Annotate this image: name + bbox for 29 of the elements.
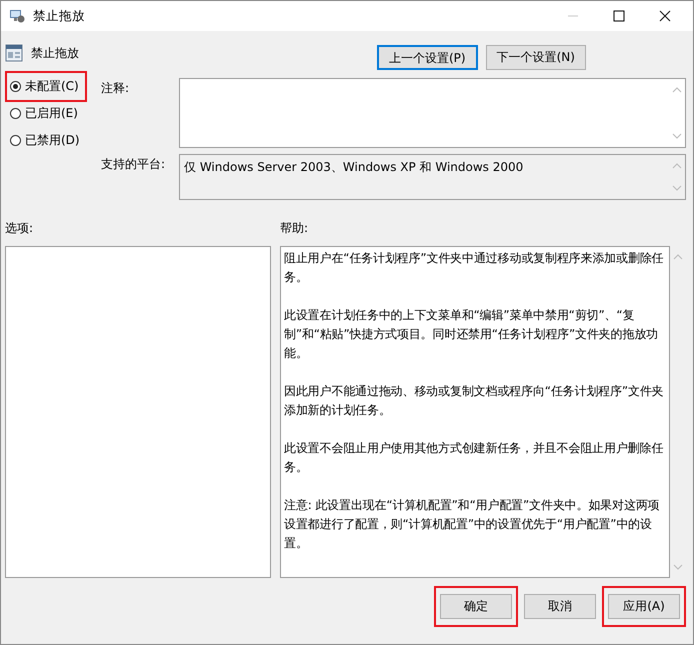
nav-button[interactable]: 上一个设置(P) bbox=[377, 45, 478, 70]
dialog-button[interactable]: 应用(A) bbox=[608, 594, 680, 619]
radio-option[interactable]: 已启用(E) bbox=[10, 105, 78, 122]
nav-button[interactable]: 下一个设置(N) bbox=[486, 45, 586, 70]
scroll-up-icon[interactable] bbox=[672, 87, 682, 93]
help-paragraph: 阻止用户在“任务计划程序”文件夹中通过移动或复制程序来添加或删除任务。 bbox=[284, 250, 664, 286]
radio-option[interactable]: 未配置(C) bbox=[10, 78, 79, 95]
field-label: 注释: bbox=[101, 80, 130, 97]
dialog-button[interactable]: 确定 bbox=[440, 594, 512, 619]
scroll-down-icon[interactable] bbox=[672, 185, 682, 191]
close-icon[interactable] bbox=[659, 10, 671, 22]
scroll-down-icon[interactable] bbox=[673, 564, 683, 570]
options-label: 选项: bbox=[5, 220, 34, 237]
help-paragraph: 注意: 此设置出现在“计算机配置”和“用户配置”文件夹中。如果对这两项设置都进行了配置，则“计算机配置”中的设置优先于“用户配置”中的设置。 bbox=[284, 497, 660, 552]
comment-field[interactable] bbox=[179, 78, 686, 148]
scroll-up-icon[interactable] bbox=[672, 163, 682, 169]
maximize-icon[interactable] bbox=[613, 10, 625, 22]
window-title: 禁止拖放 bbox=[33, 8, 85, 24]
help-paragraph: 因此用户不能通过拖动、移动或复制文档或程序向“任务计划程序”文件夹添加新的计划任务。 bbox=[284, 383, 664, 419]
help-label: 帮助: bbox=[280, 220, 308, 237]
help-paragraph: 此设置在计划任务中的上下文菜单和“编辑”菜单中禁用“剪切”、“复制”和“粘贴”快捷方式项目。同时还禁用“任务计划程序”文件夹的拖放功能。 bbox=[284, 307, 659, 362]
scroll-down-icon[interactable] bbox=[672, 133, 682, 139]
field-label: 支持的平台: bbox=[101, 156, 166, 173]
radio-option[interactable]: 已禁用(D) bbox=[10, 132, 80, 149]
help-paragraph: 此设置不会阻止用户使用其他方式创建新任务，并且不会阻止用户删除任务。 bbox=[284, 440, 664, 476]
setting-title: 禁止拖放 bbox=[31, 44, 79, 62]
dialog-button[interactable]: 取消 bbox=[524, 594, 596, 619]
platform-text: 仅 Windows Server 2003、Windows XP 和 Windows 2000 bbox=[183, 159, 524, 176]
scroll-up-icon[interactable] bbox=[673, 254, 683, 260]
